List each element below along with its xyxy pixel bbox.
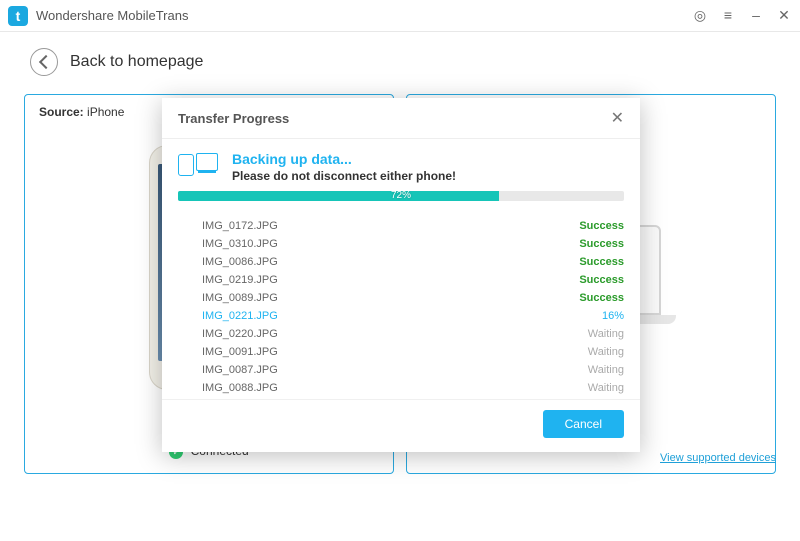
file-row: IMG_0172.JPG Success: [202, 217, 630, 235]
file-row: IMG_0091.JPG Waiting: [202, 343, 630, 361]
file-row: IMG_0088.JPG Waiting: [202, 379, 630, 397]
file-name: IMG_0221.JPG: [202, 310, 278, 322]
file-name: IMG_0310.JPG: [202, 238, 278, 250]
back-label[interactable]: Back to homepage: [70, 53, 203, 71]
supported-devices-link[interactable]: View supported devices: [660, 452, 776, 464]
file-name: IMG_0086.JPG: [202, 256, 278, 268]
close-icon[interactable]: ✕: [611, 108, 624, 128]
progress-bar: 72%: [178, 191, 624, 201]
file-row: IMG_0310.JPG Success: [202, 235, 630, 253]
file-status: Waiting: [588, 364, 624, 376]
file-row: IMG_0219.JPG Success: [202, 271, 630, 289]
back-arrow-icon[interactable]: [30, 48, 58, 76]
app-title: Wondershare MobileTrans: [36, 8, 692, 23]
file-row: IMG_0220.JPG Waiting: [202, 325, 630, 343]
menu-icon[interactable]: ≡: [720, 7, 736, 24]
file-row: IMG_0089.JPG Success: [202, 289, 630, 307]
cancel-button[interactable]: Cancel: [543, 410, 624, 438]
file-list[interactable]: IMG_0172.JPGSuccessIMG_0310.JPGSuccessIM…: [162, 209, 640, 399]
file-status: Waiting: [588, 382, 624, 394]
file-row: IMG_0086.JPG Success: [202, 253, 630, 271]
file-status: Waiting: [588, 328, 624, 340]
titlebar: t Wondershare MobileTrans ◎ ≡ – ✕: [0, 0, 800, 32]
file-row: IMG_0221.JPG 16%: [202, 307, 630, 325]
file-name: IMG_0087.JPG: [202, 364, 278, 376]
file-status: Success: [579, 220, 624, 232]
modal-subheading: Please do not disconnect either phone!: [232, 169, 456, 183]
phone-laptop-icon: [178, 151, 218, 177]
file-status: 16%: [602, 310, 624, 322]
transfer-progress-modal: Transfer Progress ✕ Backing up data... P…: [162, 98, 640, 452]
file-row: IMG_0087.JPG Waiting: [202, 361, 630, 379]
minimize-icon[interactable]: –: [748, 7, 764, 24]
file-status: Waiting: [588, 346, 624, 358]
file-name: IMG_0091.JPG: [202, 346, 278, 358]
file-name: IMG_0219.JPG: [202, 274, 278, 286]
file-status: Success: [579, 238, 624, 250]
source-header-value: iPhone: [87, 105, 124, 119]
source-header-label: Source:: [39, 105, 84, 119]
file-name: IMG_0220.JPG: [202, 328, 278, 340]
file-name: IMG_0089.JPG: [202, 292, 278, 304]
modal-heading: Backing up data...: [232, 151, 456, 167]
file-name: IMG_0088.JPG: [202, 382, 278, 394]
file-status: Success: [579, 292, 624, 304]
app-logo-icon: t: [8, 6, 28, 26]
close-window-icon[interactable]: ✕: [776, 7, 792, 24]
feedback-icon[interactable]: ◎: [692, 7, 708, 24]
back-row: Back to homepage: [0, 32, 800, 84]
file-status: Success: [579, 256, 624, 268]
progress-label: 72%: [391, 191, 411, 201]
file-name: IMG_0172.JPG: [202, 220, 278, 232]
file-status: Success: [579, 274, 624, 286]
modal-title: Transfer Progress: [178, 111, 289, 126]
